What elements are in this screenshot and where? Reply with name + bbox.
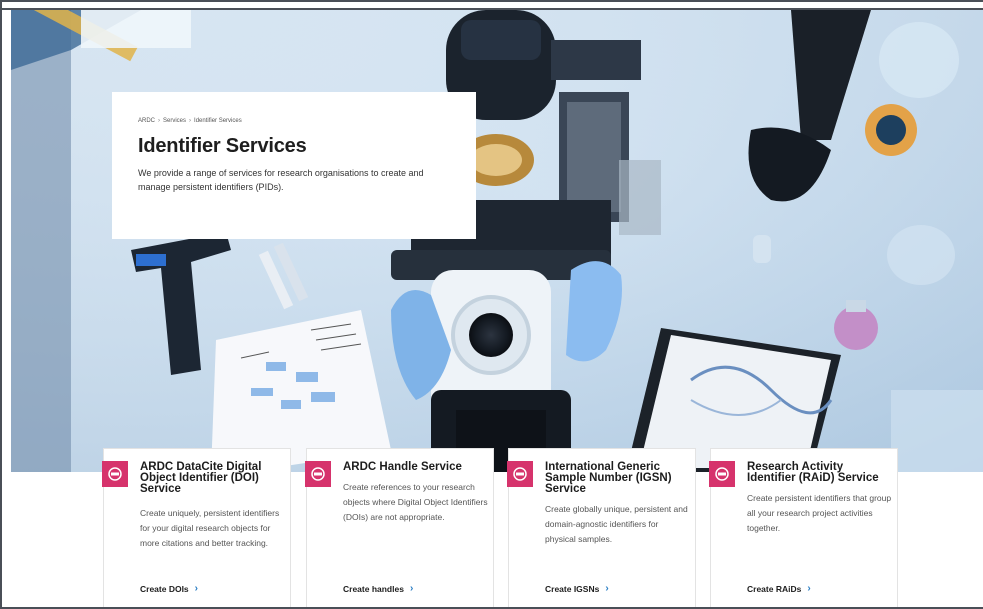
breadcrumb-item-services[interactable]: Services: [163, 118, 186, 124]
identifier-badge-icon: [709, 461, 735, 487]
breadcrumb-item-ardc[interactable]: ARDC: [138, 118, 155, 124]
service-description: Create persistent identifiers that group…: [747, 493, 892, 533]
create-raids-link[interactable]: Create RAiDs ›: [747, 583, 811, 594]
page-description: We provide a range of services for resea…: [138, 168, 424, 192]
service-description: Create uniquely, persistent identifiers …: [140, 508, 280, 548]
breadcrumb-separator: ›: [158, 118, 161, 124]
service-title: ARDC DataCite Digital Object Identifier …: [140, 461, 262, 495]
service-title: International Generic Sample Number (IGS…: [545, 461, 672, 495]
identifier-badge-icon: [305, 461, 331, 487]
chevron-right-icon: ›: [605, 583, 609, 594]
create-igsns-link[interactable]: Create IGSNs ›: [545, 583, 609, 594]
hero-title-card: ARDC › Services › Identifier Services Id…: [112, 92, 476, 239]
page-title: Identifier Services: [138, 135, 307, 157]
service-card-igsn: International Generic Sample Number (IGS…: [507, 448, 696, 607]
service-card-doi: ARDC DataCite Digital Object Identifier …: [102, 448, 291, 607]
service-card-handle: ARDC Handle Service Create references to…: [305, 448, 494, 607]
create-handles-link[interactable]: Create handles ›: [343, 583, 413, 594]
chevron-right-icon: ›: [194, 583, 199, 594]
breadcrumb-separator: ›: [189, 118, 192, 124]
create-dois-link[interactable]: Create DOIs ›: [140, 583, 198, 594]
identifier-badge-icon: [507, 461, 533, 487]
browser-frame: ARDC › Services › Identifier Services Id…: [0, 0, 983, 609]
service-title: ARDC Handle Service: [343, 461, 462, 473]
chevron-right-icon: ›: [409, 583, 414, 594]
service-card-raid: Research Activity Identifier (RAiD) Serv…: [709, 448, 898, 607]
service-description: Create globally unique, persistent and d…: [545, 504, 688, 544]
link-label[interactable]: Create DOIs: [140, 584, 189, 594]
link-label[interactable]: Create RAiDs: [747, 584, 801, 594]
lab-scene-illustration: [11, 10, 983, 472]
hero-image: ARDC › Services › Identifier Services Id…: [11, 10, 983, 472]
service-description: Create references to your research objec…: [343, 482, 488, 522]
link-label[interactable]: Create IGSNs: [545, 584, 599, 594]
breadcrumb: ARDC › Services › Identifier Services: [138, 118, 450, 124]
breadcrumb-item-current: Identifier Services: [194, 118, 242, 124]
chevron-right-icon: ›: [807, 583, 811, 594]
service-title: Research Activity Identifier (RAiD) Serv…: [747, 461, 879, 484]
link-label[interactable]: Create handles: [343, 584, 404, 594]
identifier-badge-icon: [102, 461, 128, 487]
